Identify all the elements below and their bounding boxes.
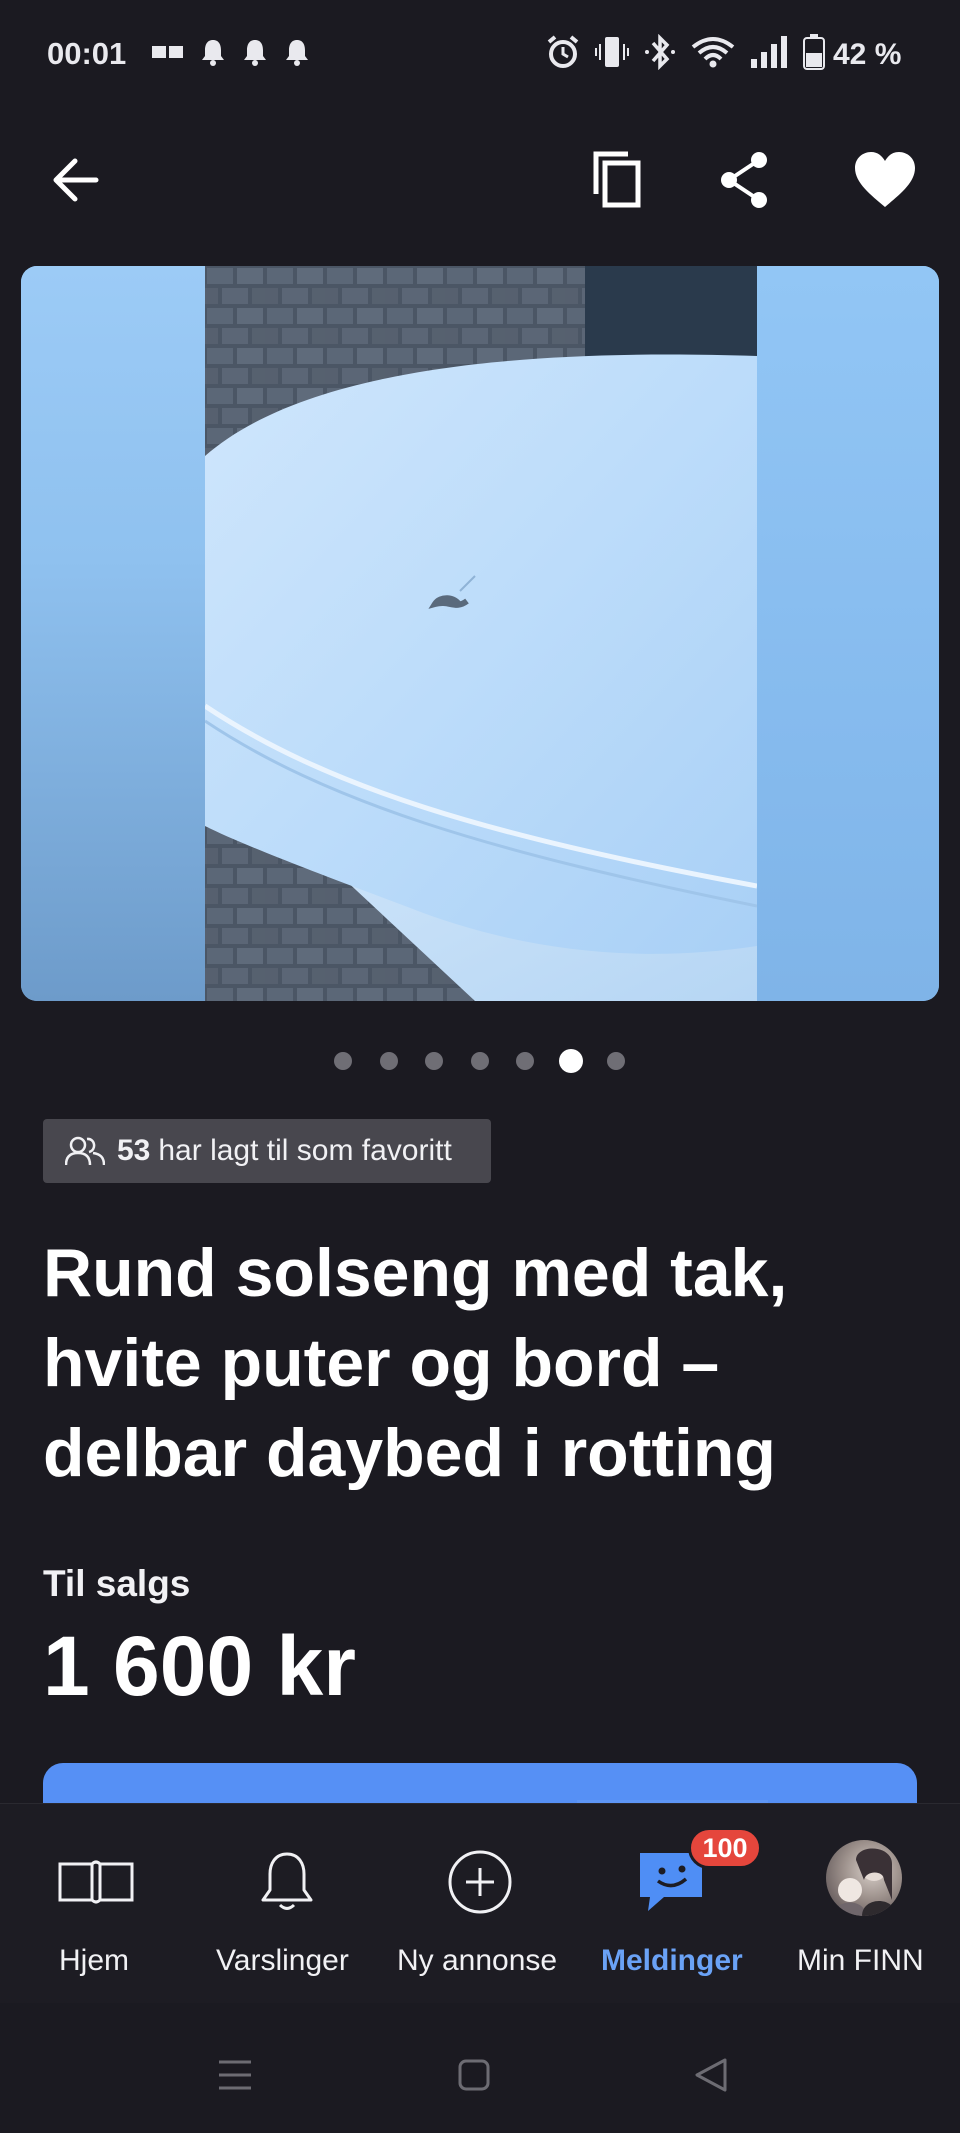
pagination-dot[interactable] — [471, 1052, 489, 1070]
nav-item-home[interactable]: Hjem — [0, 1804, 192, 2004]
primary-action-button[interactable] — [43, 1763, 917, 1803]
recent-apps-button[interactable] — [210, 2055, 260, 2095]
bell-icon — [202, 40, 224, 66]
nav-label-home: Hjem — [59, 1944, 130, 1977]
bell-icon — [244, 40, 266, 66]
status-bar: 00:01 42 % — [0, 0, 960, 112]
listing-title-line: delbar daybed i rotting — [43, 1415, 776, 1491]
pagination-dot[interactable] — [516, 1052, 534, 1070]
favorite-count-text: har lagt til som favoritt — [158, 1134, 452, 1167]
battery-icon — [803, 34, 825, 70]
wifi-icon — [691, 37, 735, 68]
bell-icon — [242, 1842, 332, 1922]
status-system-icons — [545, 34, 825, 70]
gallery-blur-left — [21, 266, 205, 1001]
favorite-button[interactable] — [850, 145, 920, 215]
listing-photo — [205, 266, 757, 1001]
share-icon — [721, 152, 767, 208]
sale-type-label: Til salgs — [43, 1563, 191, 1604]
pagination-dot[interactable] — [425, 1052, 443, 1070]
copy-icon — [593, 151, 641, 208]
bell-icon — [286, 40, 308, 66]
listing-title-line: hvite puter og bord – — [43, 1325, 720, 1401]
nav-item-new-ad[interactable]: Ny annonse — [384, 1804, 576, 2004]
home-button[interactable] — [449, 2055, 499, 2095]
heart-icon — [855, 152, 915, 207]
gallery-pagination — [0, 1048, 960, 1073]
listing-title-line: Rund solseng med tak, — [43, 1235, 788, 1311]
triangle-back-icon — [695, 2058, 727, 2092]
plus-circle-icon — [435, 1842, 525, 1922]
bluetooth-icon — [645, 34, 675, 70]
book-icon — [51, 1842, 141, 1922]
arrow-left-icon — [53, 158, 99, 202]
listing-price: 1 600 kr — [43, 1619, 356, 1713]
nav-label-profile: Min FINN — [797, 1944, 924, 1977]
bottom-navigation: Hjem Varslinger Ny annonse Meldinger 100… — [0, 1803, 960, 2004]
share-button[interactable] — [710, 145, 780, 215]
gallery-blur-right — [757, 266, 939, 1001]
image-gallery[interactable] — [21, 266, 939, 1001]
battery-percent: 42 % — [833, 38, 902, 71]
listing-title: Rund solseng med tak, hvite puter og bor… — [43, 1228, 903, 1498]
pagination-dot[interactable] — [334, 1052, 352, 1070]
pagination-dot[interactable] — [380, 1052, 398, 1070]
messages-unread-badge: 100 — [688, 1827, 762, 1869]
users-icon — [65, 1136, 105, 1166]
favorite-count-badge: 53 har lagt til som favoritt — [43, 1119, 491, 1183]
favorite-count: 53 — [117, 1134, 151, 1167]
avatar[interactable] — [826, 1840, 902, 1916]
status-notification-icons — [152, 38, 310, 66]
pagination-dot-active[interactable] — [559, 1049, 583, 1073]
status-time: 00:01 — [47, 36, 127, 71]
system-back-button[interactable] — [686, 2055, 736, 2095]
nav-label-new-ad: Ny annonse — [397, 1944, 558, 1977]
vibrate-icon — [595, 37, 629, 67]
signal-icon — [751, 36, 787, 68]
square-icon — [458, 2059, 490, 2091]
alarm-icon — [547, 35, 579, 68]
nav-label-notifications: Varslinger — [216, 1944, 349, 1977]
copy-link-button[interactable] — [583, 145, 653, 215]
menu-lines-icon — [219, 2060, 251, 2090]
nav-item-notifications[interactable]: Varslinger — [192, 1804, 384, 2004]
pagination-dot[interactable] — [607, 1052, 625, 1070]
nav-label-messages: Meldinger — [601, 1944, 743, 1977]
back-button[interactable] — [40, 145, 110, 215]
cards-icon — [152, 46, 183, 58]
